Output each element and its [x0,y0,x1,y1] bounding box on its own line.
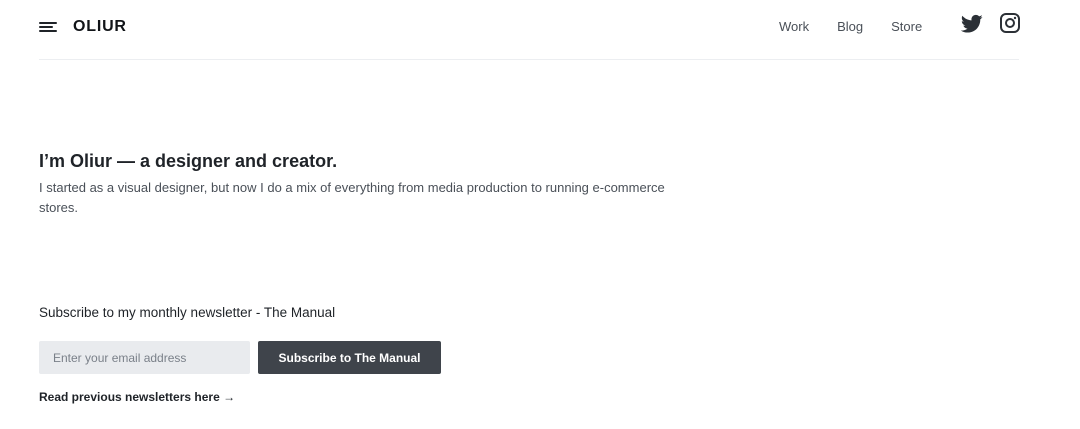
newsletter-heading: Subscribe to my monthly newsletter - The… [39,305,336,320]
nav-item-blog[interactable]: Blog [837,19,863,35]
hero-description: I started as a visual designer, but now … [39,180,665,215]
hamburger-menu-icon[interactable] [39,21,57,33]
site-header: OLIUR Work Blog Store [39,0,1020,60]
email-input[interactable] [39,341,250,374]
instagram-icon[interactable] [1000,13,1020,33]
hero-title: I’m Oliur — a designer and creator. [39,151,338,171]
site-logo[interactable]: OLIUR [73,18,127,36]
nav-item-store[interactable]: Store [891,19,922,35]
subscribe-button[interactable]: Subscribe to The Manual [258,341,441,374]
previous-newsletters-link[interactable]: Read previous newsletters here → [39,390,235,404]
page: OLIUR Work Blog Store I’m Oliur — a desi… [0,0,1080,429]
twitter-icon[interactable] [960,14,983,34]
nav-item-work[interactable]: Work [779,19,809,35]
main-nav: Work Blog Store [779,19,950,35]
